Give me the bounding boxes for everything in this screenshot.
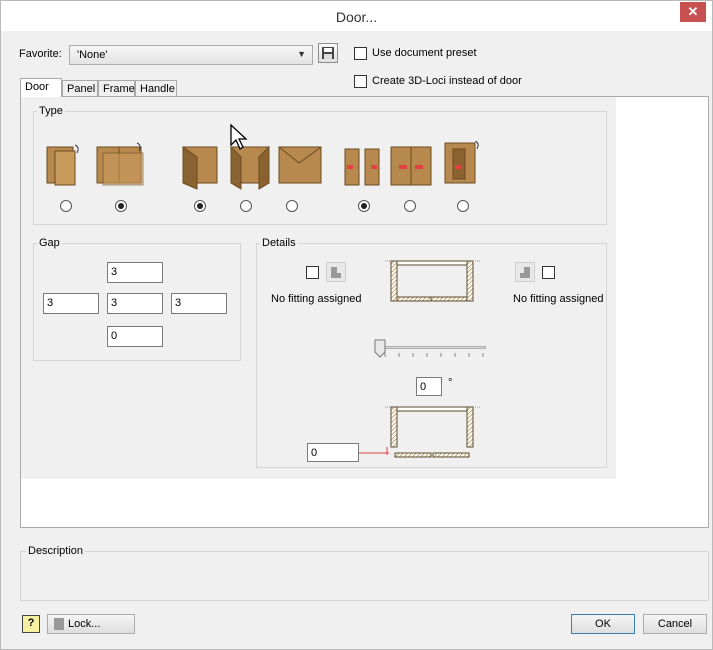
type-radio-4[interactable] xyxy=(240,200,252,212)
cancel-button[interactable]: Cancel xyxy=(643,614,707,634)
offset-indicator xyxy=(359,447,389,455)
slider-ticks xyxy=(384,353,484,357)
right-fitting-label: No fitting assigned xyxy=(513,293,604,305)
lock-button[interactable]: Lock... xyxy=(47,614,135,634)
mouse-cursor-icon xyxy=(230,123,248,150)
gap-top-input[interactable]: 3 xyxy=(107,262,163,283)
tab-handle[interactable]: Handle xyxy=(135,80,177,97)
gap-center-input[interactable]: 3 xyxy=(107,293,163,314)
folding-door-icon xyxy=(444,141,479,184)
favorite-value: 'None' xyxy=(77,49,108,61)
type-radio-8[interactable] xyxy=(457,200,469,212)
help-icon: ? xyxy=(27,617,35,629)
close-button[interactable]: ✕ xyxy=(680,2,706,22)
save-icon xyxy=(322,47,334,59)
tab-frame[interactable]: Frame xyxy=(98,80,135,97)
description-label: Description xyxy=(26,545,86,557)
door-type-icons xyxy=(46,141,479,190)
left-fitting-button[interactable] xyxy=(326,262,346,282)
door-plan-bottom-diagram xyxy=(385,406,481,458)
type-radio-5[interactable] xyxy=(286,200,298,212)
offset-input[interactable]: 0 xyxy=(307,443,359,462)
frame-door-left-icon xyxy=(182,146,218,190)
frame-door-right-icon xyxy=(278,146,322,184)
use-document-preset-label: Use document preset xyxy=(372,47,477,59)
type-radio-3[interactable] xyxy=(194,200,206,212)
favorite-dropdown[interactable]: 'None' ▼ xyxy=(69,45,313,65)
gap-left-input[interactable]: 3 xyxy=(43,293,99,314)
angle-slider-track[interactable] xyxy=(380,346,486,349)
title-bar: Door... ✕ xyxy=(1,1,712,31)
help-button[interactable]: ? xyxy=(22,615,40,633)
type-radio-7[interactable] xyxy=(404,200,416,212)
chevron-down-icon: ▼ xyxy=(297,49,306,59)
frame-door-double-icon xyxy=(230,145,270,190)
type-radio-6[interactable] xyxy=(358,200,370,212)
tab-door[interactable]: Door xyxy=(20,78,62,97)
sliding-door-inward-icon xyxy=(390,146,432,186)
window-title: Door... xyxy=(335,9,378,25)
left-fitting-checkbox[interactable] xyxy=(306,266,319,279)
create-3d-loci-label: Create 3D-Loci instead of door xyxy=(372,75,522,87)
details-group-title: Details xyxy=(260,237,298,249)
type-radio-1[interactable] xyxy=(60,200,72,212)
left-fitting-label: No fitting assigned xyxy=(271,293,362,305)
single-swing-door-icon xyxy=(46,144,79,186)
favorite-label: Favorite: xyxy=(19,48,62,60)
description-group xyxy=(20,551,709,601)
create-3d-loci-checkbox[interactable] xyxy=(354,75,367,88)
door-plan-top-diagram xyxy=(385,260,481,302)
double-swing-door-icon xyxy=(96,142,144,186)
right-fitting-checkbox[interactable] xyxy=(542,266,555,279)
lock-label: Lock... xyxy=(68,618,101,630)
gap-right-input[interactable]: 3 xyxy=(171,293,227,314)
right-fitting-button[interactable] xyxy=(515,262,535,282)
fitting-icon xyxy=(331,267,341,278)
angle-input[interactable]: 0 xyxy=(416,377,442,396)
use-document-preset-checkbox[interactable] xyxy=(354,47,367,60)
gap-group-title: Gap xyxy=(37,237,62,249)
lock-icon xyxy=(54,618,64,631)
fitting-icon xyxy=(520,267,530,278)
type-group-title: Type xyxy=(37,105,65,117)
tab-panel[interactable]: Panel xyxy=(62,80,98,97)
type-radio-2[interactable] xyxy=(115,200,127,212)
ok-button[interactable]: OK xyxy=(571,614,635,634)
save-favorite-button[interactable] xyxy=(318,43,338,63)
gap-bottom-input[interactable]: 0 xyxy=(107,326,163,347)
angle-unit-label: ° xyxy=(448,377,453,389)
sliding-door-outward-icon xyxy=(344,148,380,186)
door-dialog: Door... ✕ Favorite: 'None' ▼ Use documen… xyxy=(0,0,713,650)
